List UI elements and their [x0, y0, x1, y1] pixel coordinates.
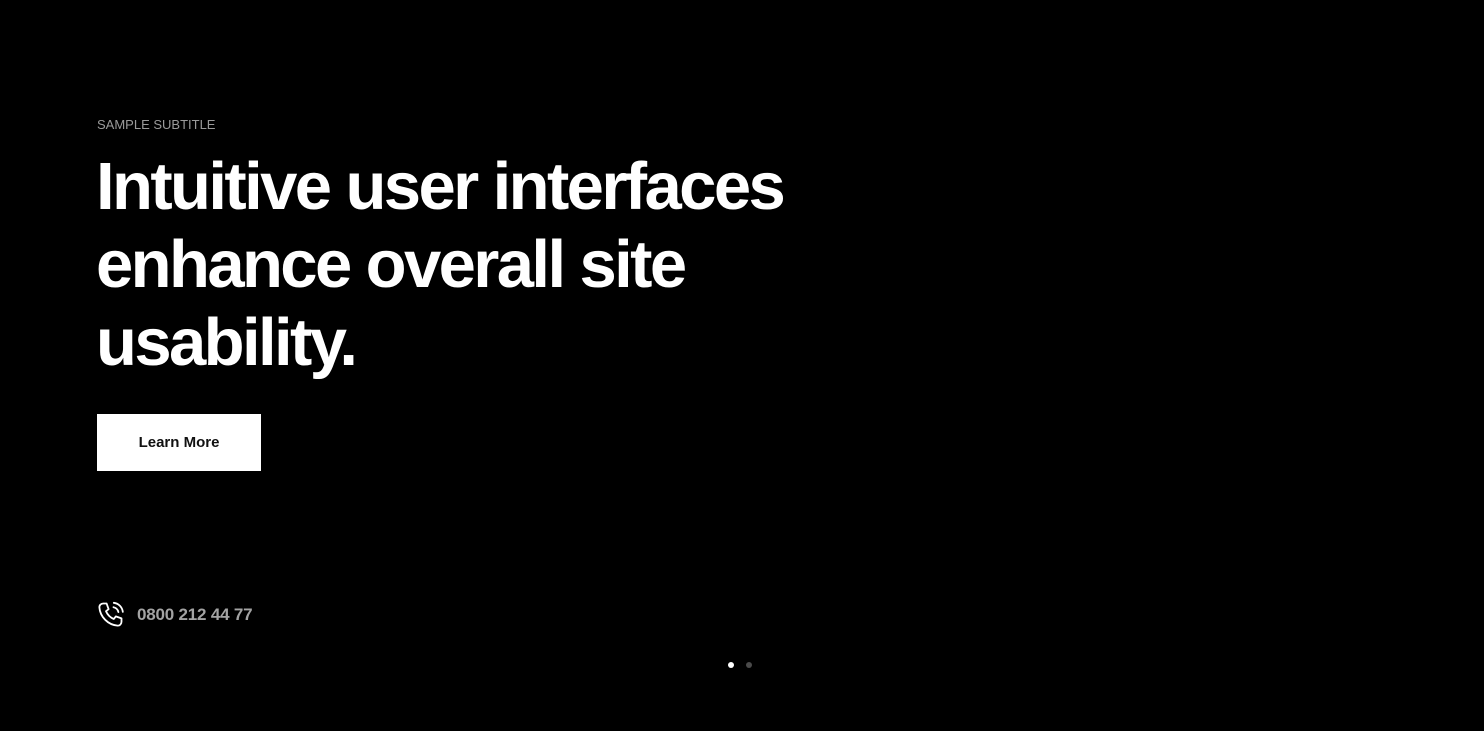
- slider-dot-1[interactable]: [728, 662, 734, 668]
- slider-pagination: [728, 662, 764, 668]
- slider-dot-2[interactable]: [746, 662, 752, 668]
- hero-section: SAMPLE SUBTITLE Intuitive user interface…: [0, 0, 1484, 731]
- phone-contact[interactable]: 0800 212 44 77: [96, 600, 253, 630]
- phone-number[interactable]: 0800 212 44 77: [137, 605, 253, 625]
- learn-more-button[interactable]: Learn More: [97, 414, 261, 471]
- hero-headline: Intuitive user interfaces enhance overal…: [96, 149, 786, 380]
- phone-icon: [96, 600, 126, 630]
- hero-subtitle: SAMPLE SUBTITLE: [97, 117, 216, 132]
